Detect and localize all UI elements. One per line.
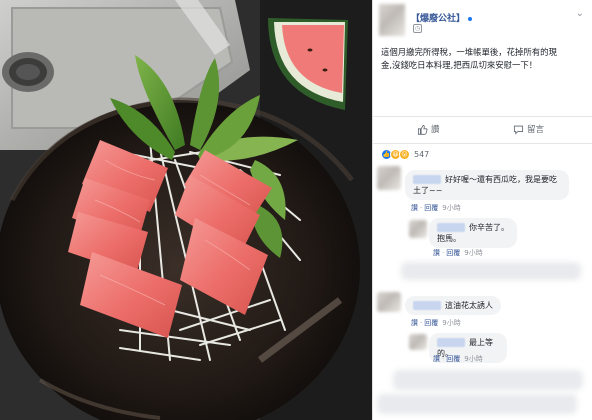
comment-meta: 讚 · 回覆 9小時 xyxy=(433,249,483,257)
comment-like-link[interactable]: 讚 xyxy=(411,319,418,327)
chevron-down-icon[interactable]: ⌄ xyxy=(576,8,584,19)
avatar[interactable] xyxy=(377,292,401,312)
comment-text: 你辛苦了。 xyxy=(469,223,509,232)
comment-bubble: 好好喔～還有西瓜吃，我是要吃 土了~~ xyxy=(405,170,569,200)
comment-text: 好好喔～還有西瓜吃，我是要吃 xyxy=(445,175,557,184)
comment-reply-link[interactable]: 回覆 xyxy=(446,249,460,257)
commenter-name[interactable] xyxy=(413,301,441,310)
page-avatar[interactable] xyxy=(379,4,405,36)
comment-icon xyxy=(513,125,524,135)
post-text: 這個月繳完所得稅，一堆帳單後，花掉所有的現 金,沒錢吃日本料理,把西瓜切來安慰一… xyxy=(381,46,585,71)
commenter-name[interactable] xyxy=(437,223,465,232)
blurred-comment xyxy=(377,394,577,414)
comment-text: 抱馬。 xyxy=(437,234,461,243)
blurred-comment xyxy=(393,370,583,390)
comment-like-link[interactable]: 讚 xyxy=(433,355,440,363)
avatar[interactable] xyxy=(377,166,401,190)
thumbs-up-icon xyxy=(417,124,428,135)
comment-like-link[interactable]: 讚 xyxy=(433,249,440,257)
like-label[interactable]: 讚 xyxy=(431,123,440,135)
reactions-count[interactable]: 547 xyxy=(414,150,429,159)
post-text-line: 金,沒錢吃日本料理,把西瓜切來安慰一下！ xyxy=(381,59,538,70)
post-panel: 【爆廢公社】 ⌄ ◷ 這個月繳完所得稅，一堆帳單後，花掉所有的現 金,沒錢吃日本… xyxy=(372,0,592,420)
comment-reply-link[interactable]: 回覆 xyxy=(424,319,438,327)
watermelon-sashimi-image xyxy=(0,0,372,420)
comment-text: 這油花太誘人 xyxy=(445,301,493,310)
action-bar: 讚 留言 xyxy=(373,116,592,144)
comment-reply-link[interactable]: 回覆 xyxy=(446,355,460,363)
comment-time[interactable]: 9小時 xyxy=(442,319,460,327)
commenter-name[interactable] xyxy=(437,338,465,347)
avatar[interactable] xyxy=(409,220,427,238)
blurred-comment xyxy=(401,262,581,280)
avatar[interactable] xyxy=(409,334,427,350)
post-text-line: 這個月繳完所得稅，一堆帳單後，花掉所有的現 xyxy=(381,47,557,57)
comment-time[interactable]: 9小時 xyxy=(464,249,482,257)
like-button[interactable]: 讚 xyxy=(417,123,440,135)
comment-like-link[interactable]: 讚 xyxy=(411,204,418,212)
post-photo[interactable] xyxy=(0,0,372,420)
comment-time[interactable]: 9小時 xyxy=(464,355,482,363)
comment-reply-link[interactable]: 回覆 xyxy=(424,204,438,212)
comment-text: 土了~~ xyxy=(413,186,443,195)
reactions-summary[interactable]: 👍 😆 😮 547 xyxy=(381,148,429,160)
clock-icon: ◷ xyxy=(413,24,422,33)
online-dot-icon xyxy=(468,16,473,21)
comment-meta: 讚 · 回覆 9小時 xyxy=(433,355,483,363)
comment-bubble: 這油花太誘人 xyxy=(405,296,501,315)
comment-time[interactable]: 9小時 xyxy=(442,204,460,212)
comment-meta: 讚 · 回覆 9小時 xyxy=(411,204,461,212)
comment-label[interactable]: 留言 xyxy=(527,123,544,135)
page-name[interactable]: 【爆廢公社】 xyxy=(411,11,473,24)
page-name-text[interactable]: 【爆廢公社】 xyxy=(411,14,465,24)
commenter-name[interactable] xyxy=(413,175,441,184)
comment-meta: 讚 · 回覆 9小時 xyxy=(411,319,461,327)
wow-icon: 😮 xyxy=(399,148,410,160)
comment-button[interactable]: 留言 xyxy=(513,123,544,135)
reply-bubble: 你辛苦了。 抱馬。 xyxy=(429,218,517,248)
